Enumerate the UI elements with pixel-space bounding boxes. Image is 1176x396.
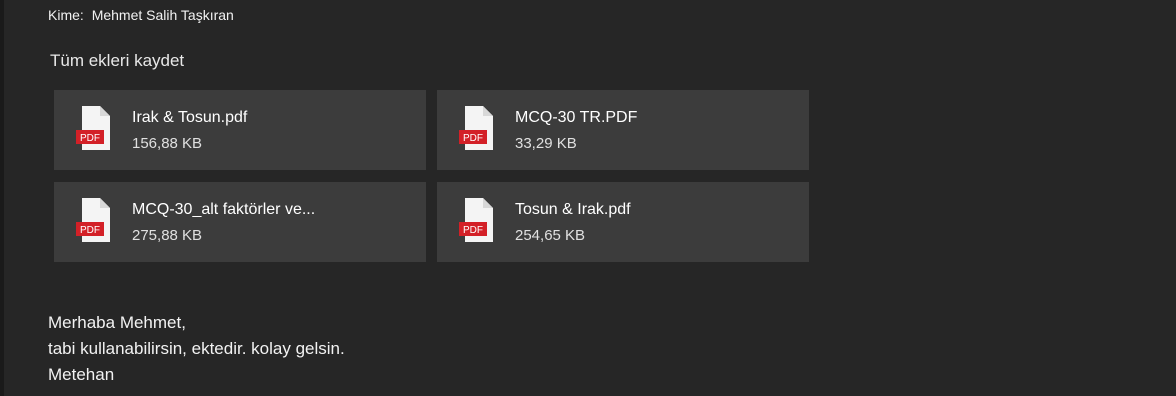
attachment-tile[interactable]: PDF Tosun & Irak.pdf 254,65 KB [437, 182, 809, 262]
attachment-size: 156,88 KB [132, 135, 203, 152]
pdf-badge-text: PDF [80, 133, 100, 144]
attachment-size: 275,88 KB [132, 227, 203, 244]
pdf-badge-text: PDF [463, 133, 483, 144]
message-body: Merhaba Mehmet, tabi kullanabilirsin, ek… [48, 310, 345, 388]
attachments-grid: PDF Irak & Tosun.pdf 156,88 KB PDF MCQ-3… [54, 90, 809, 262]
attachment-tile[interactable]: PDF Irak & Tosun.pdf 156,88 KB [54, 90, 426, 170]
message-line: tabi kullanabilirsin, ektedir. kolay gel… [48, 339, 345, 358]
message-line: Metehan [48, 365, 115, 384]
pdf-file-icon: PDF [76, 106, 112, 152]
pane-divider [0, 0, 4, 396]
pdf-badge-text: PDF [80, 225, 100, 236]
to-label: Kime: [48, 7, 84, 23]
pdf-badge-text: PDF [463, 225, 483, 236]
attachment-name: MCQ-30_alt faktörler ve... [132, 201, 316, 218]
pdf-file-icon: PDF [76, 198, 112, 244]
attachment-name: Irak & Tosun.pdf [132, 109, 248, 126]
attachment-size: 254,65 KB [515, 227, 586, 244]
recipient-name[interactable]: Mehmet Salih Taşkıran [92, 7, 234, 23]
attachment-name: MCQ-30 TR.PDF [515, 109, 638, 126]
save-all-attachments-link[interactable]: Tüm ekleri kaydet [50, 50, 184, 72]
email-reading-pane: Kime: Mehmet Salih Taşkıran Tüm ekleri k… [0, 0, 1176, 396]
recipient-line: Kime: Mehmet Salih Taşkıran [48, 6, 234, 24]
message-line: Merhaba Mehmet, [48, 313, 186, 332]
attachment-name: Tosun & Irak.pdf [515, 201, 631, 218]
attachment-size: 33,29 KB [515, 135, 577, 152]
pdf-file-icon: PDF [459, 106, 495, 152]
attachment-tile[interactable]: PDF MCQ-30 TR.PDF 33,29 KB [437, 90, 809, 170]
attachment-tile[interactable]: PDF MCQ-30_alt faktörler ve... 275,88 KB [54, 182, 426, 262]
pdf-file-icon: PDF [459, 198, 495, 244]
